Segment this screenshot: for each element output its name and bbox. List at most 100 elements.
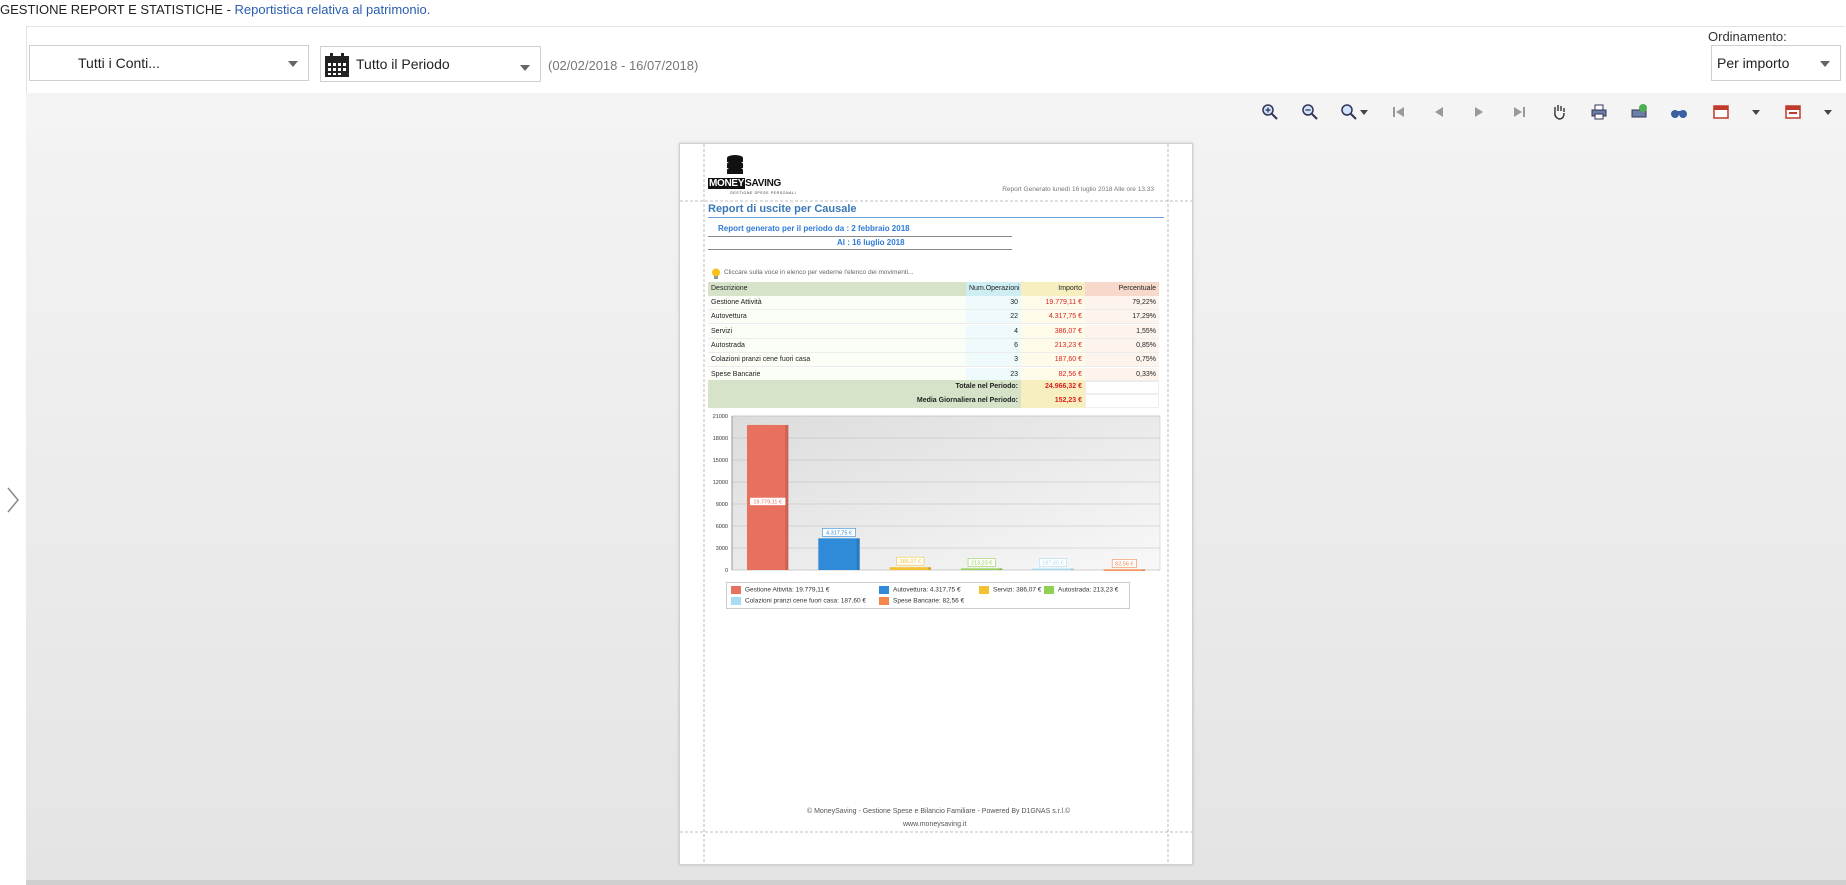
cell-num-operazioni: 30: [966, 296, 1021, 310]
page-setup-icon[interactable]: [1630, 103, 1648, 121]
cell-importo: 19.779,11 €: [1021, 296, 1085, 310]
period-divider: [708, 249, 1012, 250]
chart-bar[interactable]: [1103, 569, 1146, 571]
page-subtitle: Reportistica relativa al patrimonio.: [234, 2, 431, 17]
data-label: 187,60 €: [1042, 561, 1063, 567]
y-tick-label: 6000: [716, 524, 728, 530]
ordering-dropdown[interactable]: Per importo: [1711, 45, 1841, 81]
y-tick-label: 18000: [713, 436, 728, 442]
previous-page-icon[interactable]: [1430, 103, 1448, 121]
data-label: 82,56 €: [1115, 561, 1133, 567]
data-label: 19.779,11 €: [753, 499, 782, 505]
ordering-dropdown-value: Per importo: [1717, 55, 1790, 71]
chart-bar-shade: [928, 567, 932, 570]
cell-importo: 386,07 €: [1021, 324, 1085, 339]
y-tick-label: 3000: [716, 546, 728, 552]
report-footer-copyright: © MoneySaving - Gestione Spese e Bilanci…: [807, 808, 1071, 815]
report-footer-url: www.moneysaving.it: [903, 821, 967, 828]
export-icon[interactable]: [1712, 103, 1730, 121]
first-page-icon[interactable]: [1390, 103, 1408, 121]
cell-descrizione: Gestione Attività: [708, 296, 966, 310]
next-page-icon[interactable]: [1470, 103, 1488, 121]
export-pdf-dropdown-icon[interactable]: [1824, 110, 1832, 115]
title-underline: [708, 217, 1164, 218]
pan-hand-icon[interactable]: [1550, 103, 1568, 121]
cell-num-operazioni: 3: [966, 353, 1021, 368]
zoom-out-icon[interactable]: [1301, 103, 1319, 121]
chevron-down-icon: [520, 65, 530, 71]
page-title: GESTIONE REPORT E STATISTICHE - Reportis…: [0, 2, 430, 17]
chevron-right-icon[interactable]: [6, 486, 20, 514]
chart-bar-shade: [856, 538, 860, 570]
chevron-down-icon: [1820, 61, 1830, 67]
hint-text: Cliccare sulla voce in elenco per vedern…: [724, 269, 914, 276]
zoom-dropdown-icon[interactable]: [1340, 103, 1358, 121]
legend-swatch: [879, 597, 889, 605]
chevron-down-icon: [288, 61, 298, 67]
export-dropdown-icon[interactable]: [1752, 110, 1760, 115]
cell-descrizione: Autostrada: [708, 338, 966, 353]
moneysaving-logo: MONEYSAVING GESTIONE SPESE PERSONALI: [708, 154, 808, 196]
avg-label: Media Giornaliera nel Periodo:: [708, 394, 1021, 408]
report-generated-date: Report Generato lunedì 16 luglio 2018 Al…: [1002, 186, 1154, 193]
calendar-icon: [325, 53, 349, 77]
period-divider: [708, 236, 1012, 237]
logo-text-saving: SAVING: [745, 178, 781, 189]
legend-item: Spese Bancarie: 82,56 €: [879, 597, 964, 605]
col-header-percentuale: Percentuale: [1085, 282, 1159, 296]
chart-bar[interactable]: [889, 567, 932, 570]
cell-percentuale: 0,75%: [1085, 353, 1159, 368]
report-page: MONEYSAVING GESTIONE SPESE PERSONALI Rep…: [679, 143, 1193, 865]
data-label: 4.317,75 €: [826, 530, 852, 536]
report-title: Report di uscite per Causale: [708, 203, 857, 215]
col-header-num-operazioni: Num.Operazioni: [966, 282, 1021, 296]
chevron-down-icon[interactable]: [1360, 110, 1368, 115]
date-range-text: (02/02/2018 - 16/07/2018): [548, 58, 699, 73]
chart-bar[interactable]: [818, 538, 860, 570]
print-icon[interactable]: [1590, 103, 1608, 121]
y-tick-label: 12000: [713, 480, 728, 486]
legend-label: Colazioni pranzi cene fuori casa: 187,60…: [745, 597, 867, 605]
page-title-main: GESTIONE REPORT E STATISTICHE: [0, 2, 223, 17]
accounts-dropdown[interactable]: Tutti i Conti...: [29, 45, 309, 81]
cell-num-operazioni: 6: [966, 338, 1021, 353]
legend-label: Gestione Attività: 19.779,11 €: [745, 586, 830, 594]
legend-item: Autovettura: 4.317,75 €: [879, 586, 961, 594]
col-header-importo: Importo: [1021, 282, 1085, 296]
cell-descrizione: Colazioni pranzi cene fuori casa: [708, 353, 966, 368]
export-pdf-icon[interactable]: [1784, 103, 1802, 121]
total-label: Totale nel Periodo:: [708, 380, 1021, 394]
report-viewer-toolbar: [26, 93, 1846, 132]
legend-label: Autostrada: 213,23 €: [1058, 586, 1119, 594]
cell-percentuale: 79,22%: [1085, 296, 1159, 310]
last-page-icon[interactable]: [1510, 103, 1528, 121]
cell-num-operazioni: 22: [966, 310, 1021, 325]
left-side-panel: [0, 26, 27, 880]
chart-bar[interactable]: [1032, 568, 1074, 571]
legend-item: Colazioni pranzi cene fuori casa: 187,60…: [731, 597, 866, 605]
accounts-dropdown-value: Tutti i Conti...: [78, 55, 160, 71]
legend-swatch: [979, 586, 989, 594]
chart-bar-shade: [1142, 569, 1146, 571]
report-period-start: Report generato per il periodo da : 2 fe…: [718, 224, 910, 233]
y-tick-label: 9000: [716, 502, 728, 508]
avg-value: 152,23 €: [1021, 394, 1085, 408]
legend-label: Autovettura: 4.317,75 €: [893, 586, 961, 594]
legend-swatch: [879, 586, 889, 594]
legend-label: Servizi: 386,07 €: [993, 586, 1042, 594]
period-dropdown-value: Tutto il Periodo: [356, 56, 450, 72]
cell-percentuale: 0,85%: [1085, 338, 1159, 353]
cell-importo: 4.317,75 €: [1021, 310, 1085, 325]
zoom-in-icon[interactable]: [1261, 103, 1279, 121]
total-empty-cell: [1085, 380, 1159, 394]
period-dropdown[interactable]: Tutto il Periodo: [320, 46, 541, 82]
legend-swatch: [731, 597, 741, 605]
chart-bar[interactable]: [960, 568, 1003, 570]
data-label: 386,07 €: [900, 559, 921, 565]
cell-percentuale: 1,55%: [1085, 324, 1159, 339]
find-binoculars-icon[interactable]: [1670, 103, 1688, 121]
cell-descrizione: Servizi: [708, 324, 966, 339]
chart-bar-shade: [1070, 568, 1074, 571]
logo-text-money: MONEY: [708, 178, 746, 189]
cell-importo: 213,23 €: [1021, 338, 1085, 353]
